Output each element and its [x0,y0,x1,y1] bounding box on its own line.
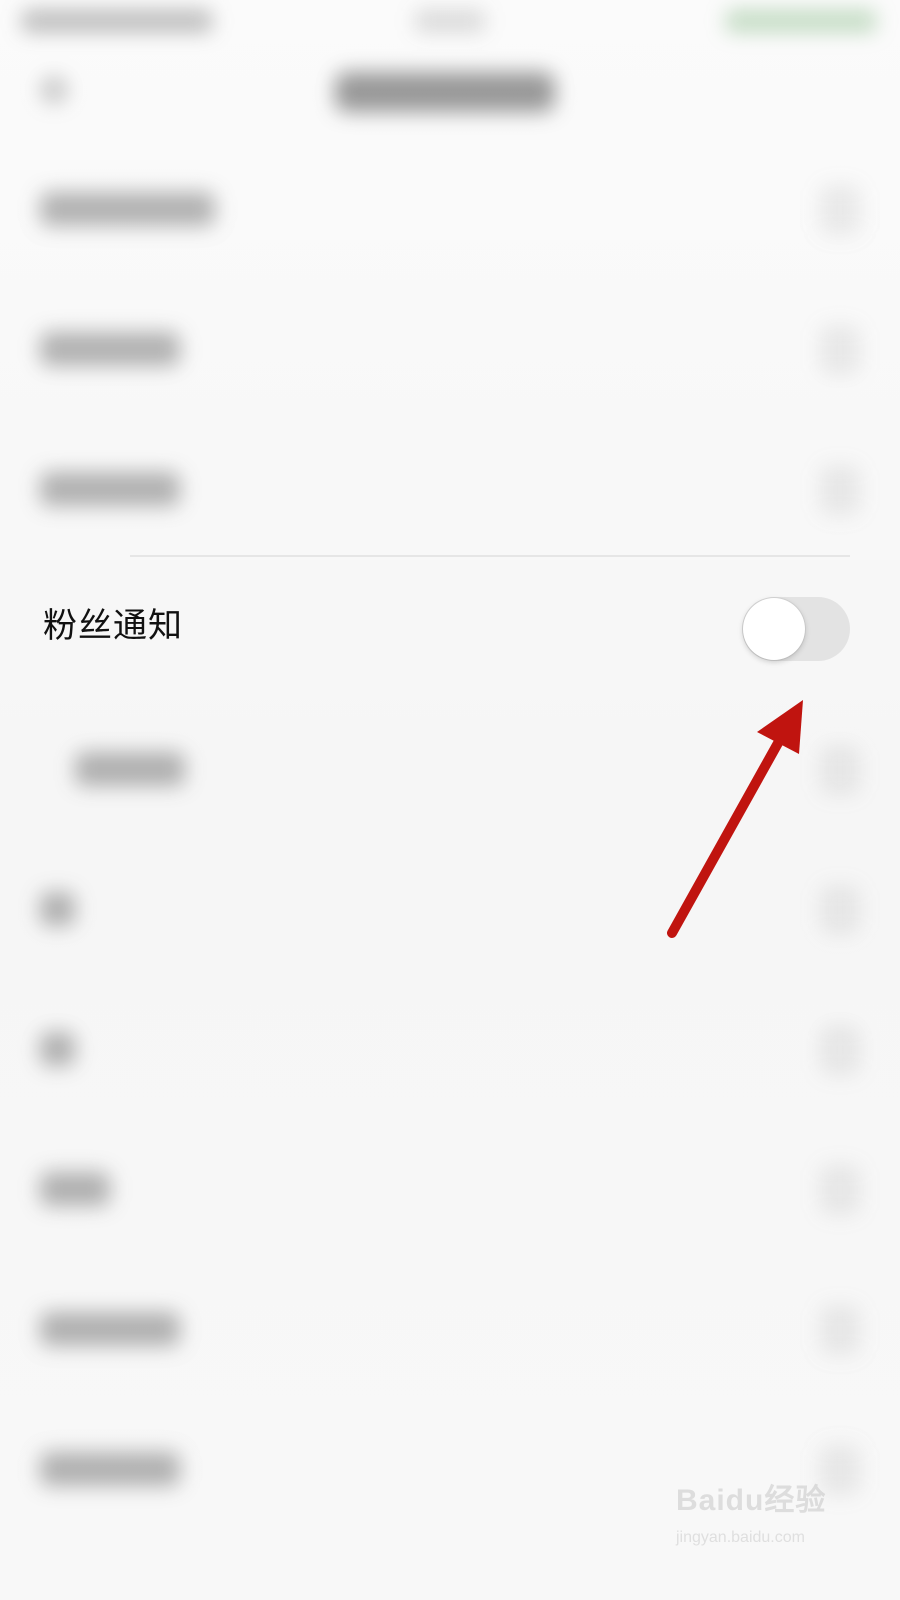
blurred-setting-row[interactable] [0,840,900,980]
status-bar-center-blur [415,10,485,32]
chevron-right-icon [820,325,860,375]
phone-screen: 粉丝通知 Baidu经验 jingyan.baidu.com [0,0,900,1600]
status-bar [0,0,900,44]
watermark-sub-text: jingyan.baidu.com [676,1529,805,1546]
fan-notification-row[interactable]: 粉丝通知 [0,560,900,700]
blurred-setting-label [40,1452,180,1486]
blurred-setting-label [40,192,215,226]
blurred-setting-row[interactable] [0,420,900,560]
navigation-bar [0,50,900,140]
chevron-right-icon [820,1025,860,1075]
chevron-right-icon [820,885,860,935]
watermark-main-text: Baidu经验 [676,1484,827,1517]
toggle-knob[interactable] [743,598,805,660]
blurred-setting-row[interactable] [0,1260,900,1400]
chevron-right-icon [820,1305,860,1355]
blurred-setting-label [40,1312,180,1346]
fan-notification-label: 粉丝通知 [43,606,183,646]
blurred-setting-label [40,332,180,366]
baidu-logo-icon: Baidu经验 jingyan.baidu.com [676,1476,846,1560]
blurred-setting-label [75,752,185,786]
chevron-right-icon [820,1165,860,1215]
chevron-right-icon [820,185,860,235]
blurred-setting-row[interactable] [0,280,900,420]
chevron-right-icon [820,465,860,515]
page-title-blur [335,72,555,112]
blurred-setting-row[interactable] [0,1120,900,1260]
blurred-setting-row[interactable] [0,700,900,840]
status-bar-left-blur [22,10,212,32]
chevron-right-icon [820,745,860,795]
blurred-setting-label [40,1032,75,1066]
blurred-setting-label [40,1172,110,1206]
blurred-setting-label [40,892,75,926]
blurred-setting-row[interactable] [0,140,900,280]
back-icon[interactable] [40,76,68,104]
status-bar-right-blur [726,10,876,32]
blurred-setting-label [40,472,180,506]
row-divider [130,555,850,557]
blurred-setting-row[interactable] [0,980,900,1120]
blurred-background [0,0,900,1600]
